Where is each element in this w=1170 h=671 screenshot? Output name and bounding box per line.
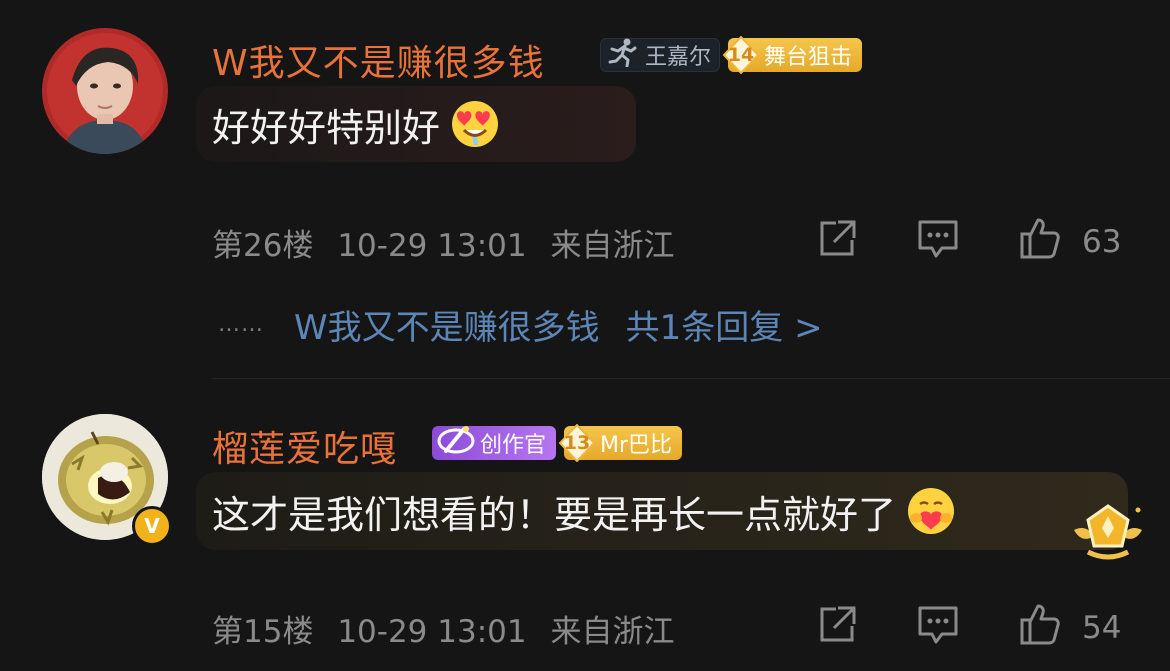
reply-count-link[interactable]: 共1条回复 > [626,300,823,349]
reply-username[interactable]: W我又不是赚很多钱 [294,300,600,349]
comment-icon [916,602,960,654]
share-button[interactable] [816,604,858,654]
username[interactable]: W我又不是赚很多钱 [212,34,545,86]
badge-group: 创作官 13 Mr巴比 [432,423,683,463]
creator-badge-label: 创作官 [480,433,547,458]
emoji-heart-eyes [450,99,500,149]
timestamp: 10-29 13:01 [337,228,527,264]
comment-text: 这才是我们想看的！要是再长一点就好了 [212,492,897,537]
verified-badge: V [132,506,172,546]
comment-bubble: 这才是我们想看的！要是再长一点就好了 [196,472,1128,550]
badge-group: 王嘉尔 14 舞台狙击 [600,36,863,74]
reply-dots: …… [218,312,264,337]
emoji-hug [906,486,956,536]
timestamp: 10-29 13:01 [337,614,527,650]
like-button[interactable]: 63 [1018,216,1121,268]
idol-badge-label: 王嘉尔 [645,45,712,70]
comment-text: 好好好特别好 [212,105,441,150]
comment-bubble: 好好好特别好 [196,86,636,162]
creator-icon [436,423,476,463]
location: 来自浙江 [550,228,675,264]
idol-badge[interactable]: 王嘉尔 [600,37,721,73]
location: 来自浙江 [550,614,675,650]
fan-badge[interactable]: 14 舞台狙击 [722,36,863,74]
running-man-icon [605,37,639,73]
comment-list: W我又不是赚很多钱 王嘉尔 14 舞台狙击 好好好特别好 第26楼 10-29 … [0,0,1170,671]
avatar[interactable] [42,28,168,154]
divider [212,378,1170,379]
fan-badge[interactable]: 13 Mr巴比 [558,424,683,462]
like-button[interactable]: 54 [1018,602,1121,654]
like-count: 54 [1082,610,1122,646]
like-count: 63 [1082,224,1122,260]
like-icon [1018,602,1062,654]
comment-button[interactable] [916,216,960,268]
username[interactable]: 榴莲爱吃嘎 [212,420,397,472]
medal-badge-icon [1068,500,1148,566]
comment-meta: 第26楼 10-29 13:01 来自浙江 [212,220,688,265]
fan-level-icon: 14 [722,36,760,74]
floor-number: 第26楼 [212,228,314,264]
share-button[interactable] [816,218,858,268]
comment-meta: 第15楼 10-29 13:01 来自浙江 [212,606,688,651]
share-icon [816,218,858,268]
fan-badge-label: 舞台狙击 [764,45,853,70]
fan-level-icon: 13 [558,424,596,462]
comment-button[interactable] [916,602,960,654]
comment-icon [916,216,960,268]
floor-number: 第15楼 [212,614,314,650]
fan-badge-label: Mr巴比 [600,433,673,458]
share-icon [816,604,858,654]
creator-badge[interactable]: 创作官 [432,423,557,463]
reply-preview[interactable]: …… W我又不是赚很多钱 共1条回复 > [218,300,823,349]
like-icon [1018,216,1062,268]
